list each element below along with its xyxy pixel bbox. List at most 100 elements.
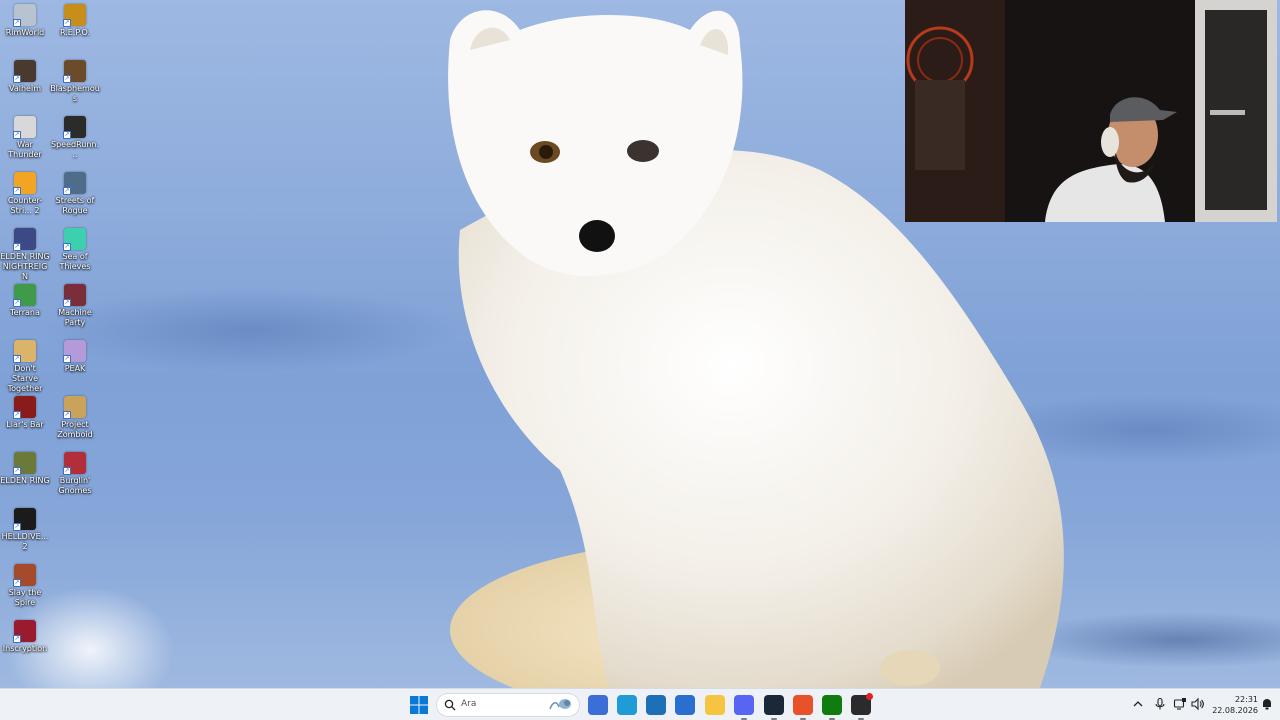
- taskbar-search-box[interactable]: Ara: [436, 693, 580, 717]
- windows-start-icon[interactable]: [409, 695, 429, 715]
- discord-icon[interactable]: [734, 695, 754, 720]
- desktop-shortcut-label: RimWorld: [5, 28, 45, 37]
- desktop-shortcut[interactable]: ↗ Blasphemous: [50, 60, 100, 104]
- speedrunners-icon: ↗: [63, 116, 86, 139]
- desktop-shortcut-label: Burglin' Gnomes: [58, 476, 92, 495]
- desktop-shortcut[interactable]: ↗ Project Zomboid: [50, 396, 100, 440]
- streets-of-rogue-icon: ↗: [63, 172, 86, 195]
- desktop-shortcut-label: Counter-Stri... 2: [7, 196, 43, 215]
- desktop-shortcut-label: Project Zomboid: [57, 420, 93, 439]
- desktop-shortcut[interactable]: ↗ Machine Party: [50, 284, 100, 328]
- search-highlight-icon: [549, 699, 571, 710]
- taskbar-clock[interactable]: 22:31 22.08.2026: [1206, 694, 1258, 716]
- volume-icon[interactable]: [1190, 697, 1204, 711]
- desktop-shortcut[interactable]: ↗ Don't Starve Together: [0, 340, 50, 394]
- shortcut-arrow-icon: ↗: [13, 75, 21, 83]
- network-icon[interactable]: [1173, 697, 1187, 711]
- rimworld-icon: ↗: [13, 4, 36, 27]
- microsoft-store-icon[interactable]: [646, 695, 666, 715]
- shortcut-arrow-icon: ↗: [13, 635, 21, 643]
- notification-icon[interactable]: [1260, 697, 1274, 711]
- valheim-icon: ↗: [13, 60, 36, 83]
- desktop-shortcut[interactable]: ↗ Counter-Stri... 2: [0, 172, 50, 216]
- edge-icon[interactable]: [617, 695, 637, 715]
- desktop-shortcut[interactable]: ↗ Liar's Bar: [0, 396, 50, 430]
- liars-bar-icon: ↗: [13, 396, 36, 419]
- outlook-icon[interactable]: [675, 695, 695, 715]
- shortcut-arrow-icon: ↗: [63, 75, 71, 83]
- desktop-shortcut[interactable]: ↗ ELDEN RING: [0, 452, 50, 486]
- shortcut-arrow-icon: ↗: [13, 243, 21, 251]
- desktop-shortcut[interactable]: ↗ SpeedRunn...: [50, 116, 100, 160]
- desktop-shortcut[interactable]: ↗ RimWorld: [0, 4, 50, 38]
- desktop-shortcut[interactable]: ↗ Inscryption: [0, 620, 50, 654]
- taskbar: Ara 22:31 22.08.2026: [0, 688, 1280, 720]
- widgets-icon[interactable]: [588, 695, 608, 715]
- desktop-shortcut[interactable]: ↗ Burglin' Gnomes: [50, 452, 100, 496]
- search-placeholder: Ara: [461, 699, 477, 709]
- sea-of-thieves-icon: ↗: [63, 228, 86, 251]
- desktop-shortcut[interactable]: ↗ Valheim: [0, 60, 50, 94]
- burglin-gnomes-icon: ↗: [63, 452, 86, 475]
- shortcut-arrow-icon: ↗: [13, 131, 21, 139]
- desktop-shortcut[interactable]: ↗ Streets of Rogue: [50, 172, 100, 216]
- desktop-shortcut-label: War Thunder: [8, 140, 42, 159]
- shortcut-arrow-icon: ↗: [13, 579, 21, 587]
- project-zomboid-icon: ↗: [63, 396, 86, 419]
- badge-icon: [866, 693, 873, 700]
- desktop-shortcut-label: Liar's Bar: [6, 420, 44, 429]
- shortcut-arrow-icon: ↗: [13, 355, 21, 363]
- steam-icon[interactable]: [764, 695, 784, 720]
- desktop-shortcut-label: R.E.P.O.: [59, 28, 91, 37]
- desktop-shortcut-label: ELDEN RING: [0, 476, 50, 485]
- shortcut-arrow-icon: ↗: [13, 299, 21, 307]
- shortcut-arrow-icon: ↗: [13, 187, 21, 195]
- dont-starve-together-icon: ↗: [13, 340, 36, 363]
- desktop-shortcut[interactable]: ↗ Sea of Thieves: [50, 228, 100, 272]
- desktop-shortcut-label: Sea of Thieves: [59, 252, 91, 271]
- desktop-shortcut-label: Inscryption: [2, 644, 48, 653]
- slay-the-spire-icon: ↗: [13, 564, 36, 587]
- xbox-icon[interactable]: [822, 695, 842, 720]
- elden-ring-icon: ↗: [13, 452, 36, 475]
- inscryption-icon: ↗: [13, 620, 36, 643]
- repo-icon: ↗: [63, 4, 86, 27]
- desktop-shortcut[interactable]: ↗ ELDEN RING NIGHTREIGN: [0, 228, 50, 282]
- shortcut-arrow-icon: ↗: [63, 411, 71, 419]
- desktop-shortcut-label: Don't Starve Together: [7, 364, 43, 393]
- desktop-shortcut-label: Valheim: [9, 84, 41, 93]
- shortcut-arrow-icon: ↗: [63, 19, 71, 27]
- clock-time: 22:31: [1234, 695, 1258, 704]
- shortcut-arrow-icon: ↗: [13, 523, 21, 531]
- shortcut-arrow-icon: ↗: [63, 187, 71, 195]
- shortcut-arrow-icon: ↗: [63, 243, 71, 251]
- machine-party-icon: ↗: [63, 284, 86, 307]
- firefox-icon[interactable]: [793, 695, 813, 720]
- shortcut-arrow-icon: ↗: [13, 411, 21, 419]
- file-explorer-icon[interactable]: [705, 695, 725, 715]
- desktop-shortcut-label: Slay the Spire: [8, 588, 42, 607]
- desktop-shortcut-label: Machine Party: [58, 308, 92, 327]
- app-with-badge-icon[interactable]: [851, 693, 873, 720]
- microphone-icon[interactable]: [1153, 697, 1167, 711]
- desktop-shortcut[interactable]: ↗ PEAK: [50, 340, 100, 374]
- desktop-shortcut[interactable]: ↗ HELLDIVE... 2: [0, 508, 50, 552]
- shortcut-arrow-icon: ↗: [63, 299, 71, 307]
- shortcut-arrow-icon: ↗: [63, 131, 71, 139]
- desktop-shortcut-label: ELDEN RING NIGHTREIGN: [0, 252, 50, 281]
- desktop-shortcut-label: HELLDIVE... 2: [1, 532, 49, 551]
- desktop-shortcut[interactable]: ↗ Terrana: [0, 284, 50, 318]
- counter-strike-icon: ↗: [13, 172, 36, 195]
- desktop-shortcut-label: SpeedRunn...: [50, 140, 100, 159]
- desktop-shortcut-label: Streets of Rogue: [55, 196, 95, 215]
- shortcut-arrow-icon: ↗: [13, 467, 21, 475]
- desktop-shortcut[interactable]: ↗ Slay the Spire: [0, 564, 50, 608]
- shortcut-arrow-icon: ↗: [13, 19, 21, 27]
- clock-date: 22.08.2026: [1212, 706, 1258, 715]
- elden-ring-nightreign-icon: ↗: [13, 228, 36, 251]
- desktop-shortcut[interactable]: ↗ R.E.P.O.: [50, 4, 100, 38]
- peak-icon: ↗: [63, 340, 86, 363]
- shortcut-arrow-icon: ↗: [63, 355, 71, 363]
- desktop-shortcut[interactable]: ↗ War Thunder: [0, 116, 50, 160]
- chevron-up-icon[interactable]: [1131, 697, 1145, 711]
